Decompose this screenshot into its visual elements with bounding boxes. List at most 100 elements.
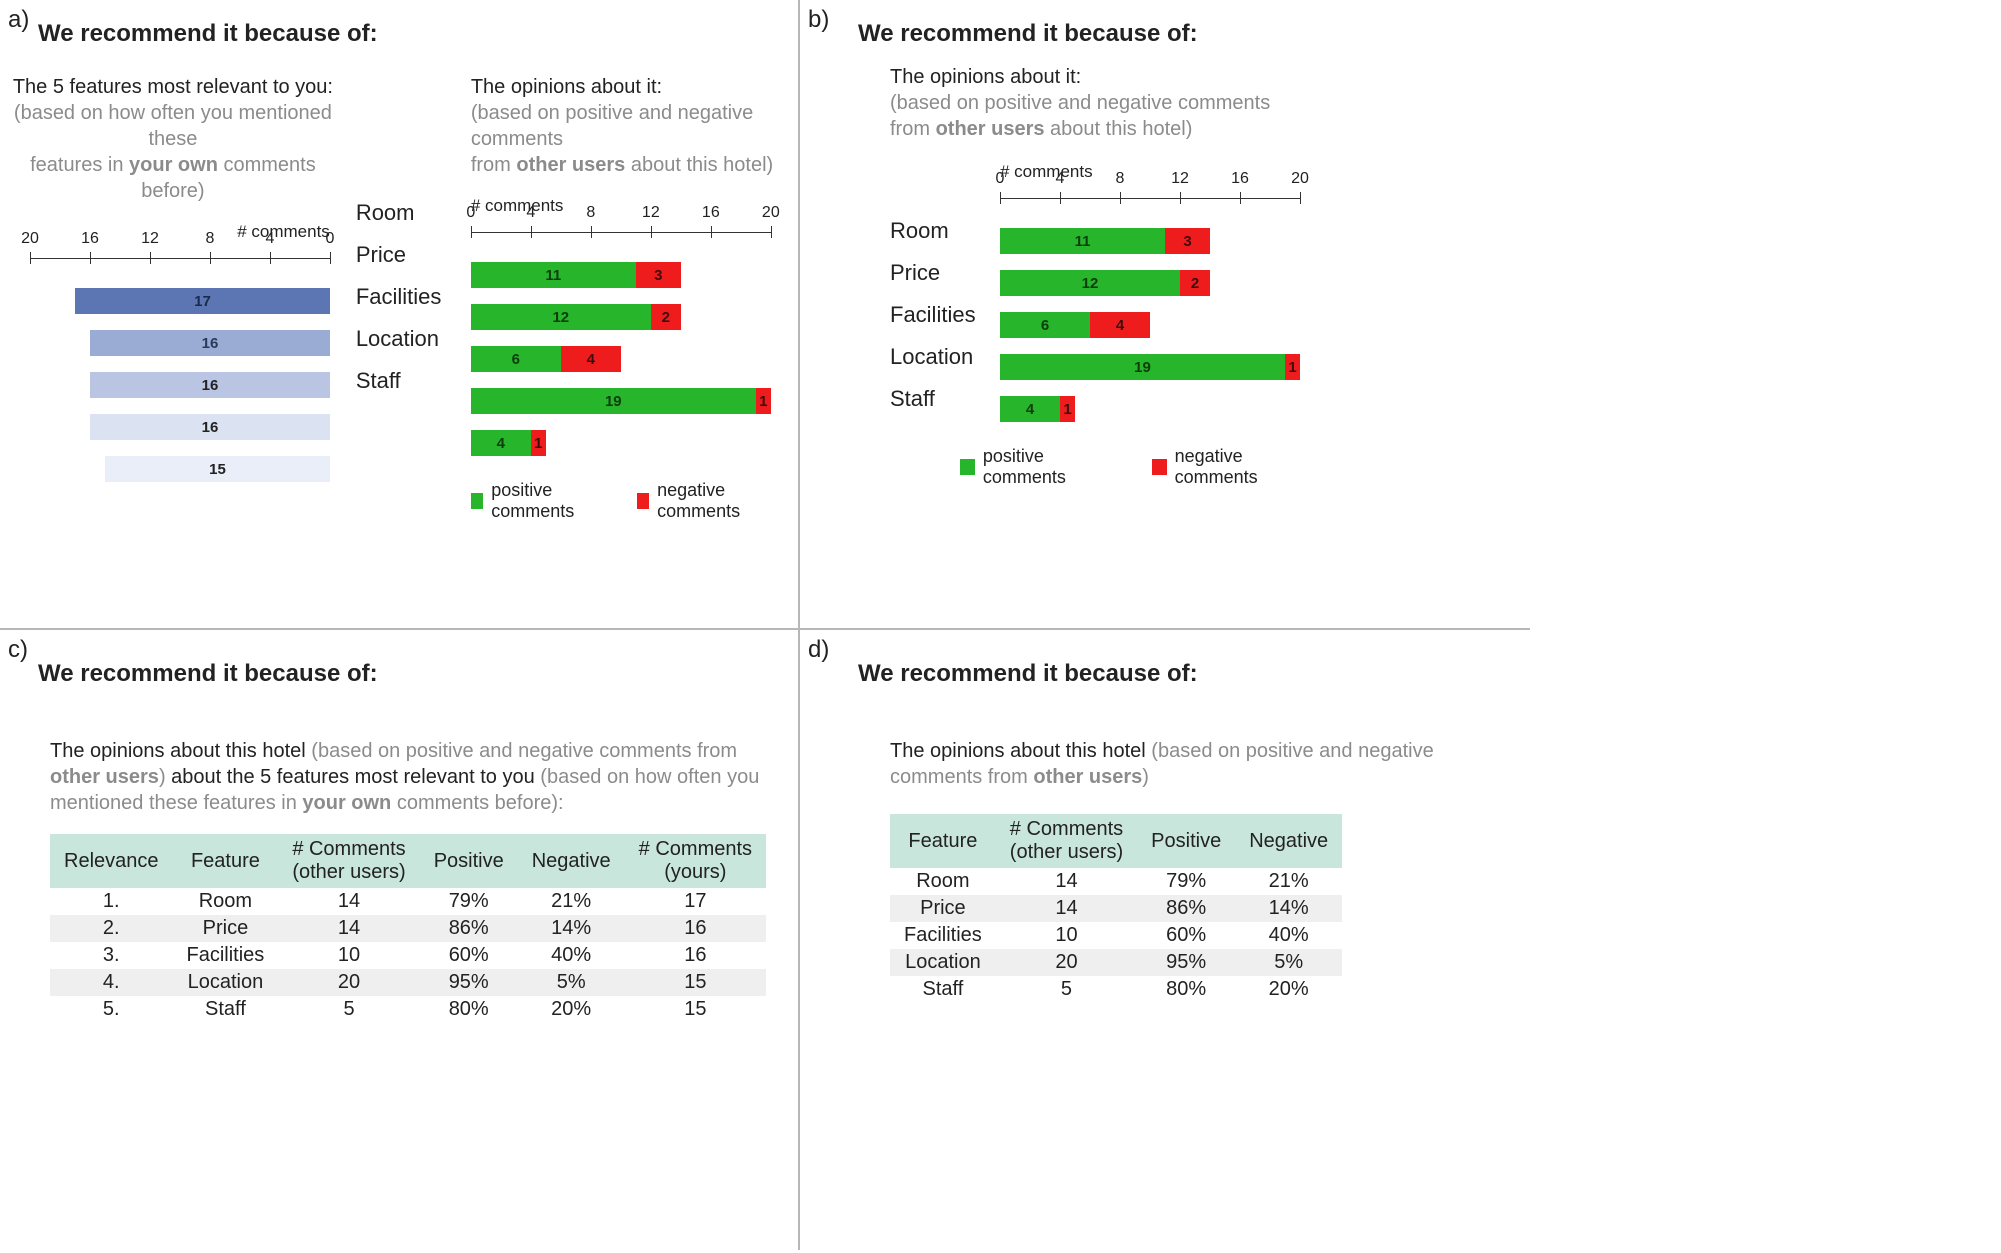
swatch-red-icon: [1152, 459, 1167, 475]
table-row: Facilities1060%40%: [890, 922, 1342, 949]
negative-bar: 1: [1060, 396, 1075, 422]
table-d-sub-d1: The opinions about this hotel: [890, 740, 1151, 762]
cell: 21%: [1235, 868, 1342, 895]
category-label: Room: [890, 218, 1000, 244]
table-d-sub-g1b: ): [1142, 766, 1149, 788]
legend-negative-b: negative comments: [1152, 446, 1320, 488]
table-row: 2.Price1486%14%16: [50, 915, 766, 942]
panel-letter-b: b): [808, 6, 829, 34]
panel-c: c) We recommend it because of: The opini…: [0, 630, 800, 1250]
tick-label: 8: [586, 204, 595, 222]
tick-label: 12: [1171, 170, 1189, 188]
cell: Staff: [173, 996, 279, 1023]
legend-positive-a: positive comments: [471, 480, 607, 522]
cell: 20%: [1235, 976, 1342, 1003]
tick-label: 4: [1056, 170, 1065, 188]
table-d-header-row: Feature # Comments(other users) Positive…: [890, 814, 1342, 868]
table-c: Relevance Feature # Comments(other users…: [50, 834, 766, 1023]
panel-letter-d: d): [808, 636, 829, 664]
cell: 14%: [518, 915, 625, 942]
positive-bar: 12: [471, 304, 651, 330]
table-row: Location2095%5%: [890, 949, 1342, 976]
axis-b: 048121620: [1000, 186, 1300, 210]
panel-d: d) We recommend it because of: The opini…: [800, 630, 1530, 1250]
th-feature: Feature: [173, 834, 279, 888]
tick-label: 16: [81, 230, 99, 248]
category-label: Staff: [890, 386, 1000, 412]
category-label: Room: [356, 200, 451, 226]
table-row: 4.Location2095%5%15: [50, 969, 766, 996]
tick-label: 0: [466, 204, 475, 222]
cell: 79%: [1137, 868, 1235, 895]
th-comments-yours: # Comments(yours): [625, 834, 766, 888]
negative-bar: 1: [756, 388, 771, 414]
axis-a-left: 201612840: [30, 246, 330, 270]
relevance-sub2-pre: features in: [30, 154, 129, 176]
cell: Room: [173, 888, 279, 915]
relevance-title: The 5 features most relevant to you:: [13, 76, 333, 98]
cell: 95%: [1137, 949, 1235, 976]
heading-a: We recommend it because of:: [38, 20, 778, 48]
cell: 4.: [50, 969, 173, 996]
panel-letter-a: a): [8, 6, 29, 34]
table-c-sub-d2: about the 5 features most relevant to yo…: [171, 766, 540, 788]
cell: 60%: [1137, 922, 1235, 949]
swatch-red-icon: [637, 493, 649, 509]
tick-label: 0: [326, 230, 335, 248]
opinions-sub1-a: (based on positive and negative comments: [471, 102, 753, 150]
cell: 60%: [420, 942, 518, 969]
table-row: 3.Facilities1060%40%16: [50, 942, 766, 969]
cell: 20: [278, 969, 419, 996]
table-row: 5.Staff580%20%15: [50, 996, 766, 1023]
table-c-sub-b2: your own: [302, 792, 391, 814]
cell: Location: [173, 969, 279, 996]
relevance-sub2-bold: your own: [129, 154, 218, 176]
positive-bar: 19: [471, 388, 756, 414]
negative-bar: 2: [651, 304, 681, 330]
th-negative-d: Negative: [1235, 814, 1342, 868]
table-row: Staff580%20%: [890, 976, 1342, 1003]
relevance-bar: 16: [90, 372, 330, 398]
tick-label: 16: [1231, 170, 1249, 188]
cell: Price: [890, 895, 996, 922]
tick-label: 8: [1116, 170, 1125, 188]
positive-bar: 12: [1000, 270, 1180, 296]
cell: 3.: [50, 942, 173, 969]
table-row: 1.Room1479%21%17: [50, 888, 766, 915]
cell: Location: [890, 949, 996, 976]
cell: 21%: [518, 888, 625, 915]
cell: 80%: [420, 996, 518, 1023]
cell: 16: [625, 915, 766, 942]
tick-label: 16: [702, 204, 720, 222]
opinions-sub2-post-b: about this hotel): [1045, 118, 1193, 140]
category-label: Staff: [356, 368, 451, 394]
tick-label: 4: [526, 204, 535, 222]
relevance-bars: 1716161615: [10, 280, 336, 490]
cell: Price: [173, 915, 279, 942]
positive-bar: 11: [1000, 228, 1165, 254]
table-row: Room1479%21%: [890, 868, 1342, 895]
table-c-sub-g1b: ): [159, 766, 171, 788]
heading-d: We recommend it because of:: [858, 660, 1510, 688]
cell: Facilities: [890, 922, 996, 949]
negative-bar: 2: [1180, 270, 1210, 296]
legend-positive-b: positive comments: [960, 446, 1122, 488]
cell: 20%: [518, 996, 625, 1023]
opinions-title-a: The opinions about it:: [471, 76, 662, 98]
negative-bar: 1: [531, 430, 546, 456]
relevance-bar: 16: [90, 414, 330, 440]
th-relevance: Relevance: [50, 834, 173, 888]
tick-label: 20: [762, 204, 780, 222]
th-comments-other: # Comments(other users): [278, 834, 419, 888]
panel-b: b) We recommend it because of: The opini…: [800, 0, 1530, 630]
cell: 17: [625, 888, 766, 915]
category-label: Price: [356, 242, 451, 268]
swatch-green-icon: [471, 493, 483, 509]
cell: 16: [625, 942, 766, 969]
cell: Room: [890, 868, 996, 895]
cell: Facilities: [173, 942, 279, 969]
opinion-bars-b: 1131226419141: [1000, 220, 1320, 430]
cell: 95%: [420, 969, 518, 996]
negative-bar: 4: [1090, 312, 1150, 338]
table-c-sub-g1: (based on positive and negative comments…: [311, 740, 737, 762]
